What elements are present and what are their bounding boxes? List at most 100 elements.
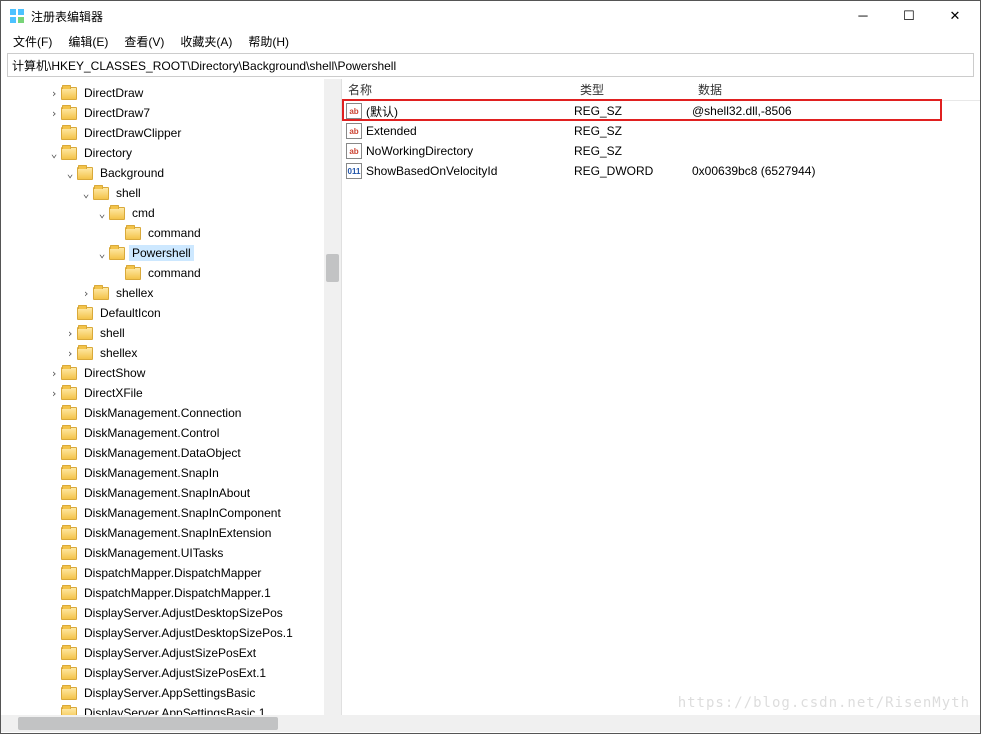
string-value-icon: ab [346,123,362,139]
tree-node[interactable]: DiskManagement.SnapInAbout [1,483,341,503]
menu-help[interactable]: 帮助(H) [240,31,297,52]
close-button[interactable]: ✕ [932,1,978,31]
tree-node[interactable]: ›shell [1,323,341,343]
value-type: REG_SZ [574,144,692,158]
tree-node[interactable]: DisplayServer.AppSettingsBasic [1,683,341,703]
horizontal-scrollbar-thumb[interactable] [18,717,278,730]
tree-node[interactable]: DisplayServer.AppSettingsBasic.1 [1,703,341,715]
tree-node[interactable]: DisplayServer.AdjustSizePosExt.1 [1,663,341,683]
tree-toggle[interactable]: › [47,87,61,100]
menu-edit[interactable]: 编辑(E) [60,31,116,52]
tree-node[interactable]: ⌄Directory [1,143,341,163]
folder-icon [77,167,93,180]
tree-toggle[interactable]: › [79,287,93,300]
tree-node[interactable]: ⌄Powershell [1,243,341,263]
tree-node[interactable]: DiskManagement.SnapInExtension [1,523,341,543]
tree-node-label: DiskManagement.SnapInComponent [81,505,284,521]
tree-node[interactable]: ›shellex [1,343,341,363]
address-bar[interactable]: 计算机\HKEY_CLASSES_ROOT\Directory\Backgrou… [7,53,974,77]
tree-node[interactable]: DisplayServer.AdjustDesktopSizePos [1,603,341,623]
tree-scrollbar-thumb[interactable] [326,254,339,282]
tree-node-label: shell [113,185,144,201]
tree-node[interactable]: DisplayServer.AdjustDesktopSizePos.1 [1,623,341,643]
tree-node[interactable]: DisplayServer.AdjustSizePosExt [1,643,341,663]
tree-node[interactable]: DirectDrawClipper [1,123,341,143]
tree-node[interactable]: DispatchMapper.DispatchMapper.1 [1,583,341,603]
folder-icon [61,607,77,620]
value-type: REG_DWORD [574,164,692,178]
tree-node[interactable]: DispatchMapper.DispatchMapper [1,563,341,583]
col-name[interactable]: 名称 [342,81,574,98]
tree-node[interactable]: DiskManagement.DataObject [1,443,341,463]
list-row[interactable]: 011 ShowBasedOnVelocityIdREG_DWORD0x00639… [342,161,980,181]
menu-file[interactable]: 文件(F) [5,31,60,52]
col-data[interactable]: 数据 [692,81,980,98]
list-row[interactable]: abExtendedREG_SZ [342,121,980,141]
tree-node-label: DisplayServer.AppSettingsBasic [81,685,258,701]
maximize-button[interactable]: ☐ [886,1,932,31]
tree-toggle[interactable]: ⌄ [95,247,109,260]
value-name: (默认) [366,103,574,120]
col-type[interactable]: 类型 [574,81,692,98]
tree-node[interactable]: › DirectShow [1,363,341,383]
folder-icon [61,687,77,700]
tree-scrollbar[interactable] [324,79,341,715]
folder-icon [61,527,77,540]
tree-node[interactable]: DiskManagement.SnapIn [1,463,341,483]
folder-icon [61,587,77,600]
tree-toggle[interactable]: ⌄ [47,147,61,160]
folder-icon [61,387,77,400]
list-pane[interactable]: 名称 类型 数据 ab(默认)REG_SZ@shell32.dll,-8506a… [342,79,980,715]
tree-toggle[interactable]: › [47,367,61,380]
tree-node-label: DisplayServer.AdjustDesktopSizePos.1 [81,625,296,641]
tree-node-label: DispatchMapper.DispatchMapper.1 [81,585,274,601]
folder-icon [125,267,141,280]
tree-node[interactable]: DiskManagement.Control [1,423,341,443]
address-text: 计算机\HKEY_CLASSES_ROOT\Directory\Backgrou… [12,57,396,74]
tree-node-label: DirectDraw7 [81,105,153,121]
tree-toggle[interactable]: › [47,107,61,120]
menu-favorites[interactable]: 收藏夹(A) [172,31,240,52]
tree-node[interactable]: DefaultIcon [1,303,341,323]
folder-icon [61,627,77,640]
value-data: 0x00639bc8 (6527944) [692,164,980,178]
tree-node[interactable]: › DirectDraw7 [1,103,341,123]
tree-node[interactable]: command [1,263,341,283]
list-row[interactable]: ab(默认)REG_SZ@shell32.dll,-8506 [342,101,980,121]
tree-node[interactable]: DiskManagement.UITasks [1,543,341,563]
folder-icon [125,227,141,240]
tree-toggle[interactable]: › [63,347,77,360]
tree-toggle[interactable]: ⌄ [63,167,77,180]
folder-icon [109,247,125,260]
tree-pane[interactable]: ›DirectDraw›DirectDraw7DirectDrawClipper… [1,79,342,715]
folder-icon [61,647,77,660]
tree-node[interactable]: DiskManagement.SnapInComponent [1,503,341,523]
binary-value-icon: 011 [346,163,362,179]
folder-icon [61,547,77,560]
tree-toggle[interactable]: ⌄ [95,207,109,220]
tree-node-label: DirectShow [81,365,148,381]
menu-view[interactable]: 查看(V) [116,31,172,52]
tree-toggle[interactable]: › [63,327,77,340]
tree-node-label: DirectXFile [81,385,146,401]
tree-node[interactable]: command [1,223,341,243]
tree-toggle[interactable]: ⌄ [79,187,93,200]
tree-node[interactable]: ⌄ shell [1,183,341,203]
list-header: 名称 类型 数据 [342,79,980,101]
tree-node[interactable]: ›shellex [1,283,341,303]
tree-node[interactable]: ›DirectDraw [1,83,341,103]
tree-node[interactable]: DiskManagement.Connection [1,403,341,423]
value-name: ShowBasedOnVelocityId [366,164,574,178]
folder-icon [61,707,77,716]
tree-toggle[interactable]: › [47,387,61,400]
list-row[interactable]: abNoWorkingDirectoryREG_SZ [342,141,980,161]
tree-node[interactable]: ⌄Background [1,163,341,183]
folder-icon [109,207,125,220]
tree-node[interactable]: ⌄cmd [1,203,341,223]
value-type: REG_SZ [574,104,692,118]
tree-node[interactable]: › DirectXFile [1,383,341,403]
horizontal-scrollbar[interactable] [1,715,980,732]
folder-icon [61,467,77,480]
minimize-button[interactable]: ─ [840,1,886,31]
tree-node-label: DisplayServer.AdjustDesktopSizePos [81,605,286,621]
